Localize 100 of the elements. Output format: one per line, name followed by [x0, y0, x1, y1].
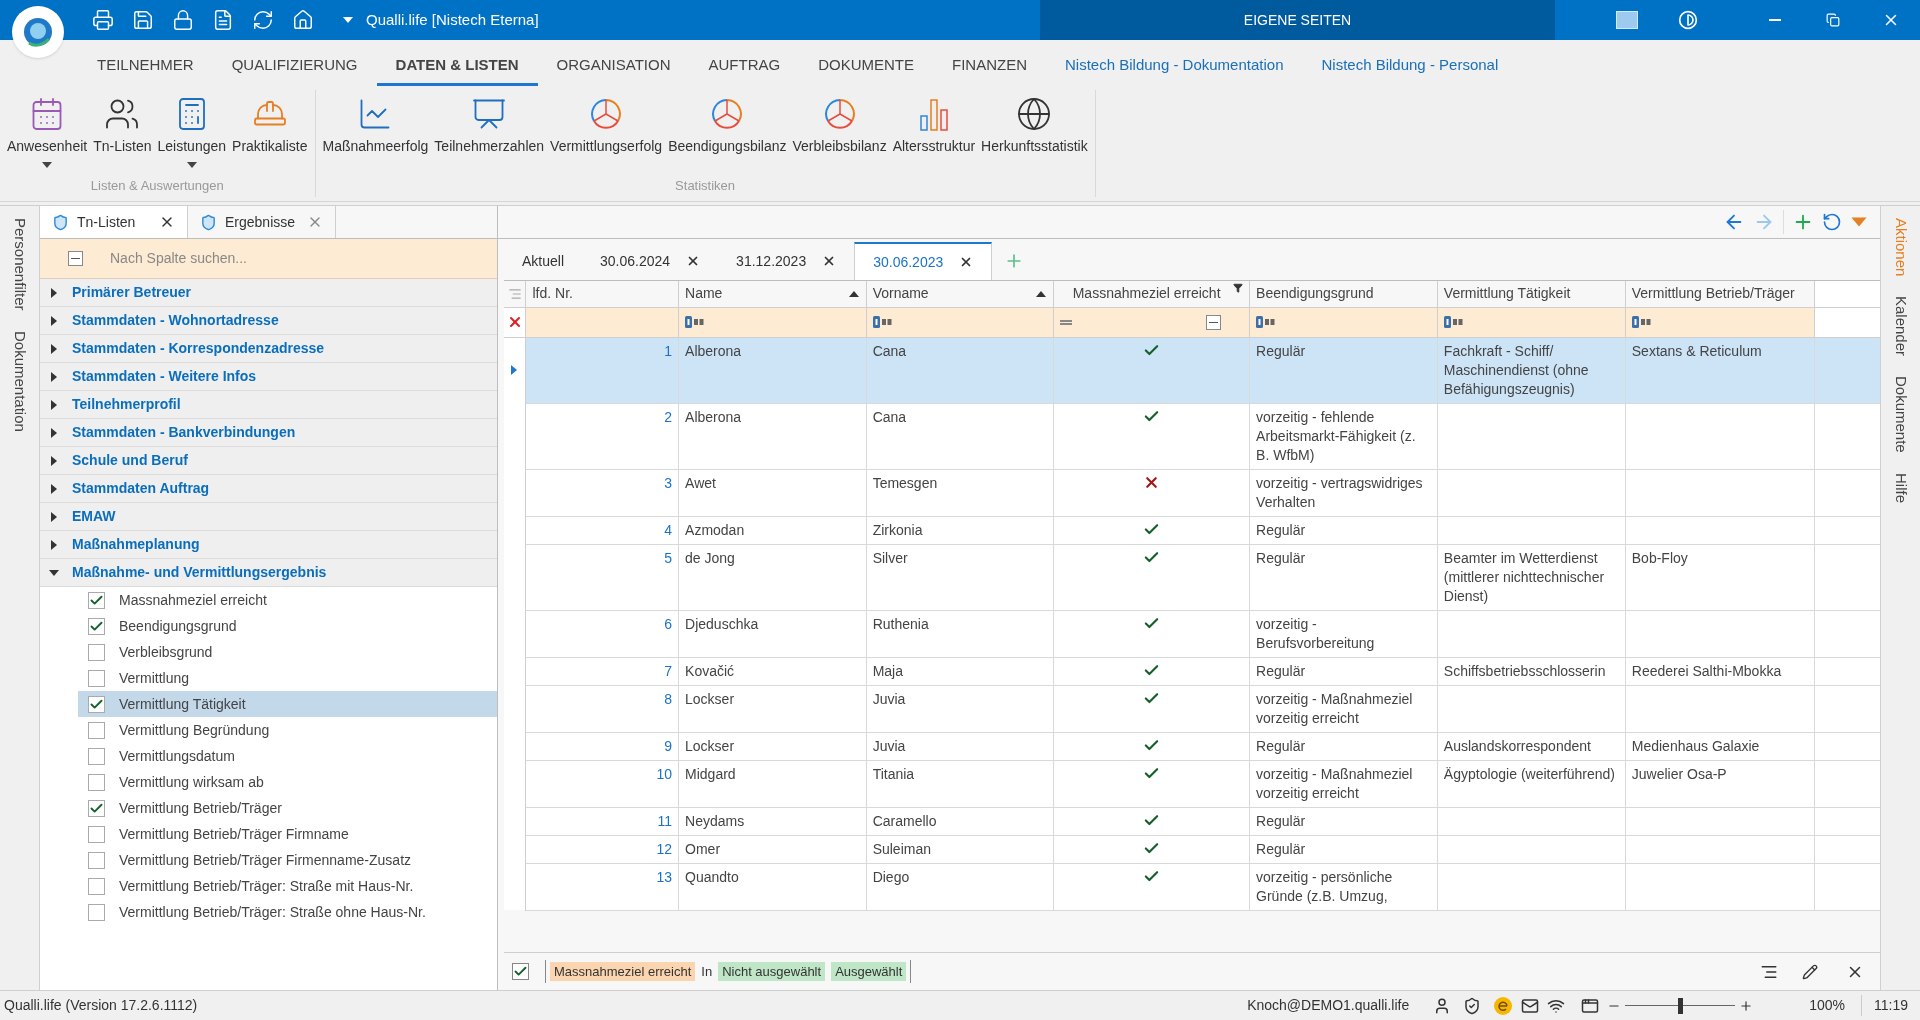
checkbox[interactable] — [88, 591, 105, 609]
panel-tab[interactable]: Tn-Listen — [40, 206, 188, 238]
ribbon-button[interactable]: Anwesenheit — [4, 90, 91, 176]
printer-icon[interactable] — [92, 9, 114, 31]
checkbox[interactable] — [88, 643, 105, 661]
side-panel-tab[interactable]: Hilfe — [1889, 473, 1912, 504]
collapse-all-icon[interactable] — [68, 251, 83, 266]
checkbox[interactable] — [88, 669, 105, 687]
side-panel-tab[interactable]: Personenfilter — [8, 218, 31, 311]
field-list-item[interactable]: Vermittlung wirksam ab — [78, 769, 497, 795]
field-list-item[interactable]: Vermittlungsdatum — [78, 743, 497, 769]
checkbox[interactable] — [88, 877, 105, 895]
table-row[interactable]: 3 Awet Temesgen vorzeitig - vertragswidriges Verhalten — [504, 469, 1880, 516]
checkbox[interactable] — [88, 773, 105, 791]
ribbon-button[interactable]: Teilnehmerzahlen — [431, 90, 548, 176]
field-group-header[interactable]: Stammdaten - Wohnortadresse — [40, 307, 497, 335]
app-logo[interactable] — [12, 6, 64, 58]
field-list-item[interactable]: Beendigungsgrund — [78, 613, 497, 639]
filter-cell[interactable] — [866, 307, 1054, 337]
date-tab[interactable]: 30.06.2024 — [582, 242, 719, 280]
field-list-item[interactable]: Vermittlung Betrieb/Träger: Straße ohne Haus-Nr. — [78, 899, 497, 925]
checkbox[interactable] — [88, 695, 105, 713]
zoom-in-icon[interactable] — [1739, 998, 1754, 1013]
menu-tab[interactable]: Nistech Bildung - Dokumentation — [1046, 48, 1303, 86]
menu-tab[interactable]: AUFTRAG — [689, 48, 800, 86]
table-row[interactable]: 9 Lockser Juvia Regulär Auslandskorrespondent Medienhaus Galaxie — [504, 732, 1880, 760]
checkbox[interactable] — [88, 903, 105, 921]
menu-tab[interactable]: Nistech Bildung - Personal — [1302, 48, 1518, 86]
field-group-header[interactable]: Stammdaten Auftrag — [40, 475, 497, 503]
table-row[interactable]: 13 Quandto Diego vorzeitig - persönliche Gründe (z.B. Umzug, — [504, 863, 1880, 910]
checkbox[interactable] — [88, 851, 105, 869]
field-list-item[interactable]: Vermittlung Betrieb/Träger Firmenname-Zusatz — [78, 847, 497, 873]
document-icon[interactable] — [212, 9, 234, 31]
lock-icon[interactable] — [172, 9, 194, 31]
menu-tab[interactable]: FINANZEN — [933, 48, 1047, 86]
side-panel-tab[interactable]: Dokumentation — [8, 330, 31, 432]
table-row[interactable]: 12 Omer Suleiman Regulär — [504, 835, 1880, 863]
shield-check-icon[interactable] — [1463, 996, 1482, 1015]
side-panel-tab[interactable]: Kalender — [1889, 296, 1912, 357]
field-group-header[interactable]: EMAW — [40, 503, 497, 531]
table-row[interactable]: 4 Azmodan Zirkonia Regulär — [504, 516, 1880, 544]
field-list-item[interactable]: Vermittlung Betrieb/Träger — [78, 795, 497, 821]
column-header[interactable]: Beendigungsgrund — [1249, 281, 1438, 307]
field-list-item[interactable]: Vermittlung — [78, 665, 497, 691]
field-group-header[interactable]: Teilnehmerprofil — [40, 391, 497, 419]
ribbon-button[interactable]: Praktikaliste — [229, 90, 311, 176]
ribbon-button[interactable]: Altersstruktur — [889, 90, 979, 176]
checkbox[interactable] — [88, 747, 105, 765]
field-list-item[interactable]: Verbleibsgrund — [78, 639, 497, 665]
menu-tab[interactable]: TEILNEHMER — [78, 48, 213, 86]
circle-badge-icon[interactable] — [1493, 995, 1514, 1016]
ribbon-button[interactable]: Tn-Listen — [90, 90, 155, 176]
field-group-header[interactable]: Maßnahme- und Vermittlungsergebnis — [40, 559, 497, 587]
field-group-header[interactable]: Maßnahmeplanung — [40, 531, 497, 559]
ribbon-button[interactable]: Vermittlungserfolg — [547, 90, 666, 176]
ribbon-button[interactable]: Herkunftsstatistik — [978, 90, 1091, 176]
field-list-item[interactable]: Vermittlung Betrieb/Träger: Straße mit Haus-Nr. — [78, 873, 497, 899]
checkbox[interactable] — [88, 825, 105, 843]
column-header[interactable]: Name — [678, 281, 867, 307]
table-row[interactable]: 6 Djeduschka Ruthenia vorzeitig - Berufsvorbereitung — [504, 610, 1880, 657]
table-row[interactable]: 2 Alberona Cana vorzeitig - fehlende Arbeitsmarkt-Fähigkeit (z. B. WfbM) — [504, 403, 1880, 469]
date-tab[interactable]: 30.06.2023 — [854, 242, 993, 280]
side-panel-tab[interactable]: Dokumente — [1889, 376, 1912, 454]
filter-cell[interactable] — [1249, 307, 1438, 337]
window-icon[interactable] — [1581, 996, 1600, 1015]
filter-cell[interactable] — [1625, 307, 1815, 337]
field-group-header[interactable]: Primärer Betreuer — [40, 279, 497, 307]
field-list-item[interactable]: Vermittlung Tätigkeit — [78, 691, 497, 717]
column-header[interactable]: Vermittlung Tätigkeit — [1437, 281, 1626, 307]
filter-enabled-checkbox[interactable] — [512, 963, 529, 980]
field-group-header[interactable]: Stammdaten - Bankverbindungen — [40, 419, 497, 447]
save-icon[interactable] — [132, 9, 154, 31]
table-row[interactable]: 7 Kovačić Maja Regulär Schiffsbetriebsschlosserin Reederei Salthi-Mbokka — [504, 657, 1880, 685]
checkbox[interactable] — [88, 721, 105, 739]
column-header[interactable]: lfd. Nr. — [525, 281, 679, 307]
mail-icon[interactable] — [1521, 996, 1540, 1015]
column-search-field[interactable]: Nach Spalte suchen... — [110, 248, 497, 269]
ribbon-button[interactable]: Verbleibsbilanz — [789, 90, 890, 176]
table-row[interactable]: 5 de Jong Silver Regulär Beamter im Wetterdienst (mittlerer nichttechnischer Dienst) Bob-Floy — [504, 544, 1880, 610]
contrast-icon[interactable] — [1678, 10, 1698, 30]
menu-tab[interactable]: DOKUMENTE — [799, 48, 934, 86]
column-header[interactable]: Vermittlung Betrieb/Träger — [1625, 281, 1815, 307]
filter-icon[interactable] — [1233, 283, 1244, 294]
refresh-icon[interactable] — [252, 9, 274, 31]
field-group-header[interactable]: Stammdaten - Weitere Infos — [40, 363, 497, 391]
checkbox[interactable] — [88, 617, 105, 635]
column-header[interactable]: Massnahmeziel erreicht — [1053, 281, 1250, 307]
ribbon-button[interactable]: Leistungen — [154, 90, 230, 176]
date-tab[interactable]: 31.12.2023 — [718, 242, 855, 280]
field-list-item[interactable]: Vermittlung Betrieb/Träger Firmname — [78, 821, 497, 847]
column-header[interactable]: Vorname — [866, 281, 1054, 307]
date-tab[interactable]: Aktuell — [504, 242, 583, 280]
filter-cell[interactable] — [1053, 307, 1250, 337]
table-row[interactable]: 10 Midgard Titania vorzeitig - Maßnahmeziel vorzeitig erreicht Ägyptologie (weiterführend) Juwelier Osa-P — [504, 760, 1880, 807]
zoom-slider[interactable] — [1625, 997, 1736, 1014]
home-icon[interactable] — [292, 9, 314, 31]
filter-cell[interactable] — [1437, 307, 1626, 337]
eigene-seiten-tab[interactable]: EIGENE SEITEN — [1040, 0, 1555, 40]
edit-icon[interactable] — [1802, 963, 1818, 980]
filter-cell[interactable] — [525, 307, 679, 337]
